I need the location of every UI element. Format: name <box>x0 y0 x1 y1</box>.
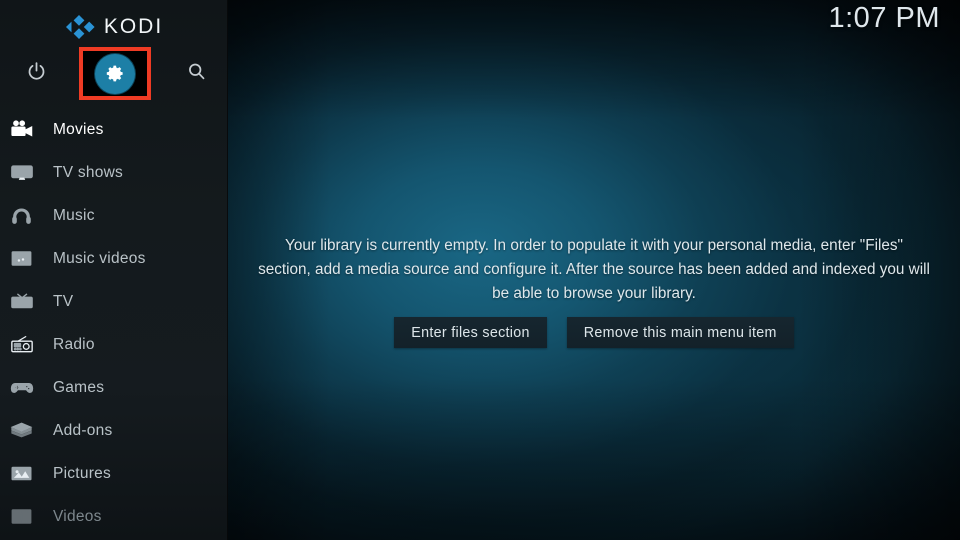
sidebar-item-label: Music <box>53 206 95 224</box>
tv-box-icon <box>10 289 44 315</box>
film-strip-icon <box>10 504 44 530</box>
music-film-icon <box>10 246 44 272</box>
app-logo: KODI <box>0 11 228 43</box>
sidebar-item-add-ons[interactable]: Add-ons <box>0 409 228 452</box>
sidebar-menu: Movies TV shows Music Music videos TV Ra… <box>0 108 228 538</box>
radio-icon <box>10 332 44 358</box>
sidebar-item-label: Videos <box>53 507 102 525</box>
sidebar-item-music[interactable]: Music <box>0 194 228 237</box>
sidebar-item-tv[interactable]: TV <box>0 280 228 323</box>
action-buttons: Enter files section Remove this main men… <box>394 317 794 348</box>
search-button[interactable] <box>174 52 218 96</box>
sidebar-item-music-videos[interactable]: Music videos <box>0 237 228 280</box>
empty-library-message: Your library is currently empty. In orde… <box>258 237 930 302</box>
power-button[interactable] <box>14 52 58 96</box>
sidebar-item-movies[interactable]: Movies <box>0 108 228 151</box>
annotation-highlight-settings <box>79 47 151 100</box>
movie-camera-icon <box>10 117 44 143</box>
sidebar-item-label: Radio <box>53 335 95 353</box>
gamepad-icon <box>10 375 44 401</box>
addons-box-icon <box>10 418 44 444</box>
search-icon <box>186 61 207 87</box>
sidebar-item-label: TV <box>53 292 74 310</box>
sidebar-item-tv-shows[interactable]: TV shows <box>0 151 228 194</box>
app-name: KODI <box>103 15 164 38</box>
power-icon <box>26 61 47 87</box>
sidebar: KODI Movies TV shows Music Music videos … <box>0 0 228 540</box>
sidebar-item-label: Add-ons <box>53 421 113 439</box>
kodi-logo-icon <box>65 14 95 40</box>
sidebar-item-label: Movies <box>53 120 104 138</box>
sidebar-item-label: Pictures <box>53 464 111 482</box>
remove-main-menu-item-button[interactable]: Remove this main menu item <box>566 317 794 348</box>
sidebar-item-label: Music videos <box>53 249 146 267</box>
headphones-icon <box>10 203 44 229</box>
kodi-home-screen: 1:07 PM KODI Movies TV shows Music Music… <box>0 0 960 540</box>
sidebar-item-videos[interactable]: Videos <box>0 495 228 538</box>
sidebar-item-label: Games <box>53 378 105 396</box>
sidebar-item-pictures[interactable]: Pictures <box>0 452 228 495</box>
sidebar-item-label: TV shows <box>53 163 124 181</box>
sidebar-item-radio[interactable]: Radio <box>0 323 228 366</box>
annotation-inner[interactable] <box>83 51 147 96</box>
clock: 1:07 PM <box>828 2 940 34</box>
gear-icon-highlighted <box>95 53 135 94</box>
television-icon <box>10 160 44 186</box>
enter-files-section-button[interactable]: Enter files section <box>394 317 547 348</box>
main-content: Your library is currently empty. In orde… <box>228 0 960 540</box>
sidebar-item-games[interactable]: Games <box>0 366 228 409</box>
picture-icon <box>10 461 44 487</box>
